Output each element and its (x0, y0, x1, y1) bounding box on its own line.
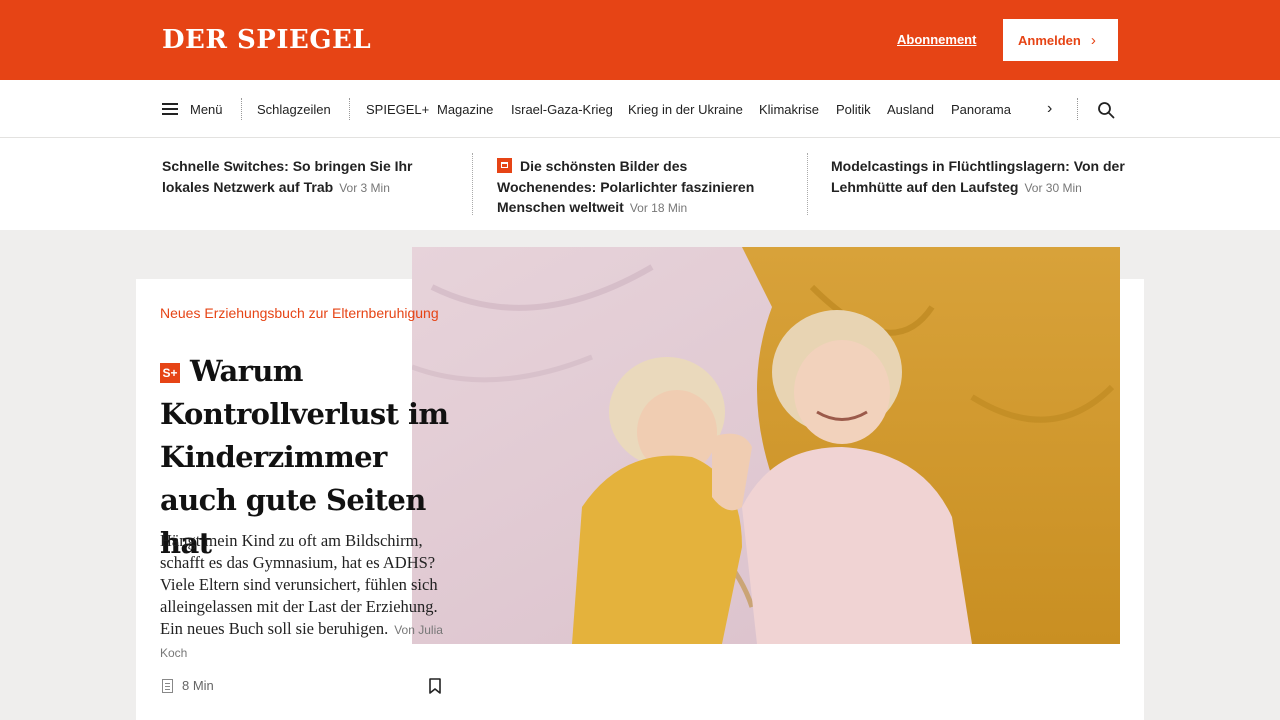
teaser-item[interactable]: Modelcastings in Flüchtlingslagern: Von … (831, 156, 1126, 198)
chevron-right-icon: › (1090, 31, 1096, 49)
nav-item-ausland[interactable]: Ausland (887, 80, 934, 138)
teaser-divider (807, 153, 808, 215)
spiegel-logo[interactable]: DER SPIEGEL (162, 23, 371, 57)
abonnement-link[interactable]: Abonnement (897, 31, 976, 49)
nav-item-spiegel-plus[interactable]: SPIEGEL+ (366, 80, 429, 138)
nav-item-panorama[interactable]: Panorama (951, 80, 1011, 138)
login-button-label: Anmelden (1018, 32, 1081, 48)
search-icon[interactable] (1097, 101, 1115, 119)
menu-label: Menü (190, 101, 223, 117)
article-kicker[interactable]: Neues Erziehungsbuch zur Elternberuhigun… (160, 303, 460, 324)
chevron-right-icon[interactable]: › (1047, 80, 1052, 138)
teaser-divider (472, 153, 473, 215)
nav-item-magazine[interactable]: Magazine (437, 80, 493, 138)
nav-divider (241, 98, 242, 120)
hamburger-icon (162, 103, 178, 115)
spiegel-plus-badge-icon: S+ (160, 363, 180, 383)
teaser-time: Vor 3 Min (339, 180, 390, 195)
menu-button[interactable]: Menü (162, 80, 223, 138)
nav-item-krieg-ukraine[interactable]: Krieg in der Ukraine (628, 80, 743, 138)
nav-item-israel-gaza-krieg[interactable]: Israel-Gaza-Krieg (511, 80, 613, 138)
login-button[interactable]: Anmelden › (1003, 19, 1118, 61)
teaser-item[interactable]: Schnelle Switches: So bringen Sie Ihr lo… (162, 156, 452, 198)
nav-item-politik[interactable]: Politik (836, 80, 871, 138)
main-nav: Menü Schlagzeilen SPIEGEL+ Magazine Isra… (0, 80, 1280, 138)
teaser-body: Hängt mein Kind zu oft am Bildschirm, sc… (160, 531, 438, 638)
nav-item-klimakrise[interactable]: Klimakrise (759, 80, 819, 138)
teaser-item[interactable]: Die schönsten Bilder des Wochenendes: Po… (497, 156, 787, 219)
bookmark-icon[interactable] (429, 678, 441, 694)
gallery-icon (497, 158, 512, 173)
reading-time: 8 Min (162, 678, 214, 693)
document-icon (162, 678, 173, 693)
top-header: DER SPIEGEL Abonnement Anmelden › (0, 0, 1280, 80)
article-teaser: Hängt mein Kind zu oft am Bildschirm, sc… (160, 530, 455, 664)
reading-time-label: 8 Min (182, 678, 214, 693)
nav-divider (1077, 98, 1078, 120)
teaser-time: Vor 18 Min (629, 201, 688, 215)
teaser-title: Die schönsten Bilder des Wochenendes: Po… (497, 158, 755, 215)
hero-image[interactable] (412, 247, 1120, 644)
nav-item-schlagzeilen[interactable]: Schlagzeilen (257, 80, 331, 138)
teaser-time: Vor 30 Min (1024, 180, 1082, 195)
nav-divider (349, 98, 350, 120)
